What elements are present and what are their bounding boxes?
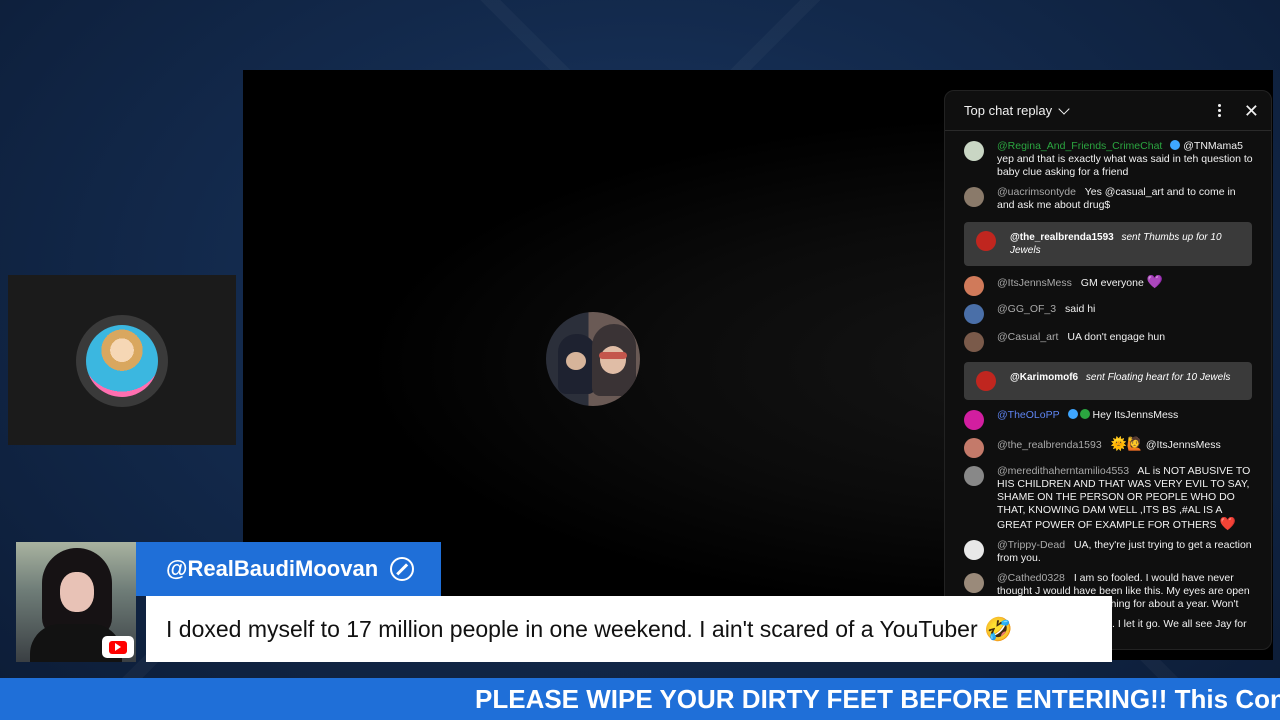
shield-badge-icon: [1067, 409, 1078, 419]
chat-text: GM everyone: [1080, 277, 1144, 289]
avatar: [964, 573, 984, 593]
chat-message: @Casual_art UA don't engage hun: [945, 328, 1271, 356]
no-symbol-icon: [390, 557, 415, 581]
chat-messages[interactable]: @Regina_And_Friends_CrimeChat @TNMama5 y…: [945, 131, 1271, 643]
avatar: [964, 187, 984, 207]
chat-author[interactable]: @uacrimsontyde: [997, 186, 1076, 198]
chat-author[interactable]: @the_realbrenda1593: [997, 439, 1102, 451]
chat-author[interactable]: @meredithaherntamilio4553: [997, 465, 1129, 477]
avatar: [964, 141, 984, 161]
verified-badge-icon: [1170, 140, 1181, 150]
chat-mode-dropdown[interactable]: Top chat replay: [964, 102, 1070, 118]
host-handle: @RealBaudiMoovan: [166, 556, 379, 581]
gift-avatar: [976, 231, 996, 251]
avatar: [964, 540, 984, 560]
gift-avatar: [976, 371, 996, 391]
chat-message: @meredithaherntamilio4553 AL is NOT ABUS…: [945, 462, 1271, 536]
chat-title: Top chat replay: [964, 103, 1053, 118]
avatar: [964, 410, 984, 430]
avatar: [964, 332, 984, 352]
close-icon[interactable]: ✕: [1244, 102, 1259, 120]
chat-author[interactable]: @ItsJennsMess: [997, 277, 1072, 289]
gift-text: sent Floating heart for 10 Jewels: [1085, 372, 1231, 383]
guest-panel: [8, 275, 236, 445]
youtube-logo-icon: [102, 636, 134, 658]
handle-banner: @RealBaudiMoovan: [136, 542, 441, 596]
avatar: [964, 438, 984, 458]
chat-message: @ItsJennsMess GM everyone 💜: [945, 272, 1271, 300]
more-options-icon[interactable]: [1210, 101, 1230, 121]
gift-message: @the_realbrenda1593 sent Thumbs up for 1…: [964, 222, 1252, 266]
chat-author[interactable]: @Casual_art: [997, 331, 1058, 343]
gift-author[interactable]: @the_realbrenda1593: [1010, 232, 1114, 243]
chat-replay-panel: Top chat replay ✕ @Regina_And_Friends_Cr…: [944, 90, 1272, 650]
chat-message: @GG_OF_3 said hi: [945, 300, 1271, 328]
chat-message: @Trippy-Dead UA, they're just trying to …: [945, 536, 1271, 569]
avatar: [964, 276, 984, 296]
member-badge-icon: [1079, 409, 1090, 419]
sun-hand-emoji: 🌞🙋: [1110, 436, 1143, 451]
chat-text: @ItsJennsMess: [1145, 439, 1221, 451]
chat-author[interactable]: @TheOLoPP: [997, 409, 1060, 421]
chat-text: UA don't engage hun: [1067, 331, 1166, 343]
chevron-down-icon: [1058, 102, 1070, 115]
ticker-text: PLEASE WIPE YOUR DIRTY FEET BEFORE ENTER…: [475, 684, 1280, 714]
chat-header: Top chat replay ✕: [945, 91, 1271, 131]
avatar: [964, 304, 984, 324]
quote-text: I doxed myself to 17 million people in o…: [166, 615, 1013, 642]
chat-message: @uacrimsontyde Yes @casual_art and to co…: [945, 183, 1271, 216]
chat-author[interactable]: @GG_OF_3: [997, 303, 1056, 315]
chat-author[interactable]: @Cathed0328: [997, 572, 1065, 584]
quote-banner: I doxed myself to 17 million people in o…: [146, 596, 1112, 662]
chat-text: said hi: [1065, 303, 1096, 315]
news-ticker: PLEASE WIPE YOUR DIRTY FEET BEFORE ENTER…: [0, 678, 1280, 720]
caller-avatar: [546, 312, 640, 406]
chat-text: Hey ItsJennsMess: [1092, 409, 1179, 421]
guest-avatar: [76, 315, 168, 407]
red-heart-emoji: ❤️: [1219, 516, 1236, 531]
avatar: [964, 466, 984, 486]
gift-author[interactable]: @Karimomof6: [1010, 372, 1078, 383]
gift-message: @Karimomof6 sent Floating heart for 10 J…: [964, 362, 1252, 400]
chat-author[interactable]: @Trippy-Dead: [997, 539, 1065, 551]
chat-message: @TheOLoPP Hey ItsJennsMess: [945, 406, 1271, 434]
purple-heart-emoji: 💜: [1146, 274, 1163, 289]
chat-message: @Regina_And_Friends_CrimeChat @TNMama5 y…: [945, 137, 1271, 183]
chat-message: @the_realbrenda1593 🌞🙋 @ItsJennsMess: [945, 434, 1271, 462]
guest-avatar-image: [86, 325, 158, 397]
chat-author[interactable]: @Regina_And_Friends_CrimeChat: [997, 140, 1162, 152]
